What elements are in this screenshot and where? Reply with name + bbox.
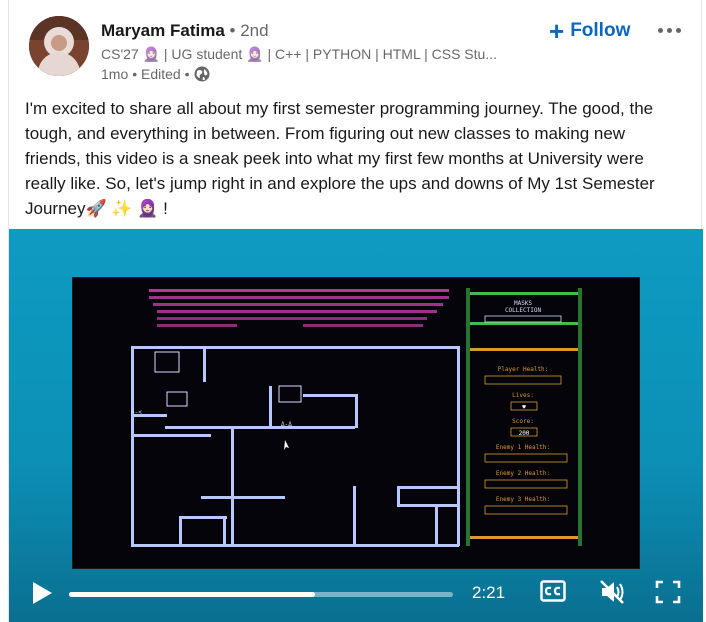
post-card: Maryam Fatima • 2nd CS'27 🧕🏻 | UG studen…: [8, 0, 703, 622]
svg-text:Enemy 1 Health:: Enemy 1 Health:: [496, 444, 550, 451]
plus-icon: +: [549, 16, 565, 46]
video-player[interactable]: >-< Δ-Δ MASKS COLLECTION Player Health:: [9, 229, 703, 622]
video-progress-fill: [69, 592, 315, 597]
fullscreen-icon[interactable]: [655, 580, 681, 604]
svg-text:MASKS: MASKS: [514, 300, 532, 307]
author-headline: CS'27 🧕🏻 | UG student 🧕🏻 | C++ | PYTHON …: [101, 46, 497, 62]
svg-text:200: 200: [519, 430, 530, 437]
svg-text:♥: ♥: [522, 404, 526, 411]
globe-icon: [194, 66, 210, 82]
video-frame: >-< Δ-Δ MASKS COLLECTION Player Health:: [72, 277, 640, 569]
svg-text:>-<: >-<: [131, 409, 142, 416]
closed-captions-icon[interactable]: [540, 580, 566, 602]
game-screenshot: >-< Δ-Δ MASKS COLLECTION Player Health:: [131, 288, 582, 547]
video-progress-bar[interactable]: [69, 592, 453, 597]
svg-text:Player Health:: Player Health:: [498, 366, 549, 373]
avatar[interactable]: [29, 16, 89, 76]
follow-label: Follow: [570, 20, 631, 41]
svg-text:Enemy 2 Health:: Enemy 2 Health:: [496, 470, 550, 477]
video-controls: 2:21: [9, 567, 703, 622]
mute-icon[interactable]: [598, 578, 626, 606]
game-title-art: [149, 289, 449, 327]
post-meta: 1mo • Edited •: [101, 66, 210, 82]
author-name[interactable]: Maryam Fatima: [101, 21, 225, 40]
svg-text:COLLECTION: COLLECTION: [505, 307, 542, 314]
edited-label: • Edited •: [132, 66, 190, 82]
maze-walls: [131, 346, 460, 547]
post-time[interactable]: 1mo: [101, 66, 128, 82]
video-time-remaining: 2:21: [472, 583, 506, 602]
game-hud: [466, 288, 582, 546]
post-text: I'm excited to share all about my first …: [25, 99, 655, 218]
author-line: Maryam Fatima • 2nd: [101, 21, 269, 41]
game-sprites: [154, 351, 302, 407]
post-header: Maryam Fatima • 2nd CS'27 🧕🏻 | UG studen…: [9, 0, 703, 92]
follow-button[interactable]: + Follow: [549, 17, 630, 45]
more-options-icon[interactable]: [653, 16, 685, 44]
svg-text:Lives:: Lives:: [512, 392, 534, 399]
connection-degree: • 2nd: [229, 21, 269, 40]
svg-text:Score:: Score:: [512, 418, 534, 425]
avatar-image: [29, 16, 89, 76]
svg-text:Δ-Δ: Δ-Δ: [281, 421, 292, 428]
svg-text:Enemy 3 Health:: Enemy 3 Health:: [496, 496, 550, 503]
play-icon[interactable]: [31, 581, 53, 605]
